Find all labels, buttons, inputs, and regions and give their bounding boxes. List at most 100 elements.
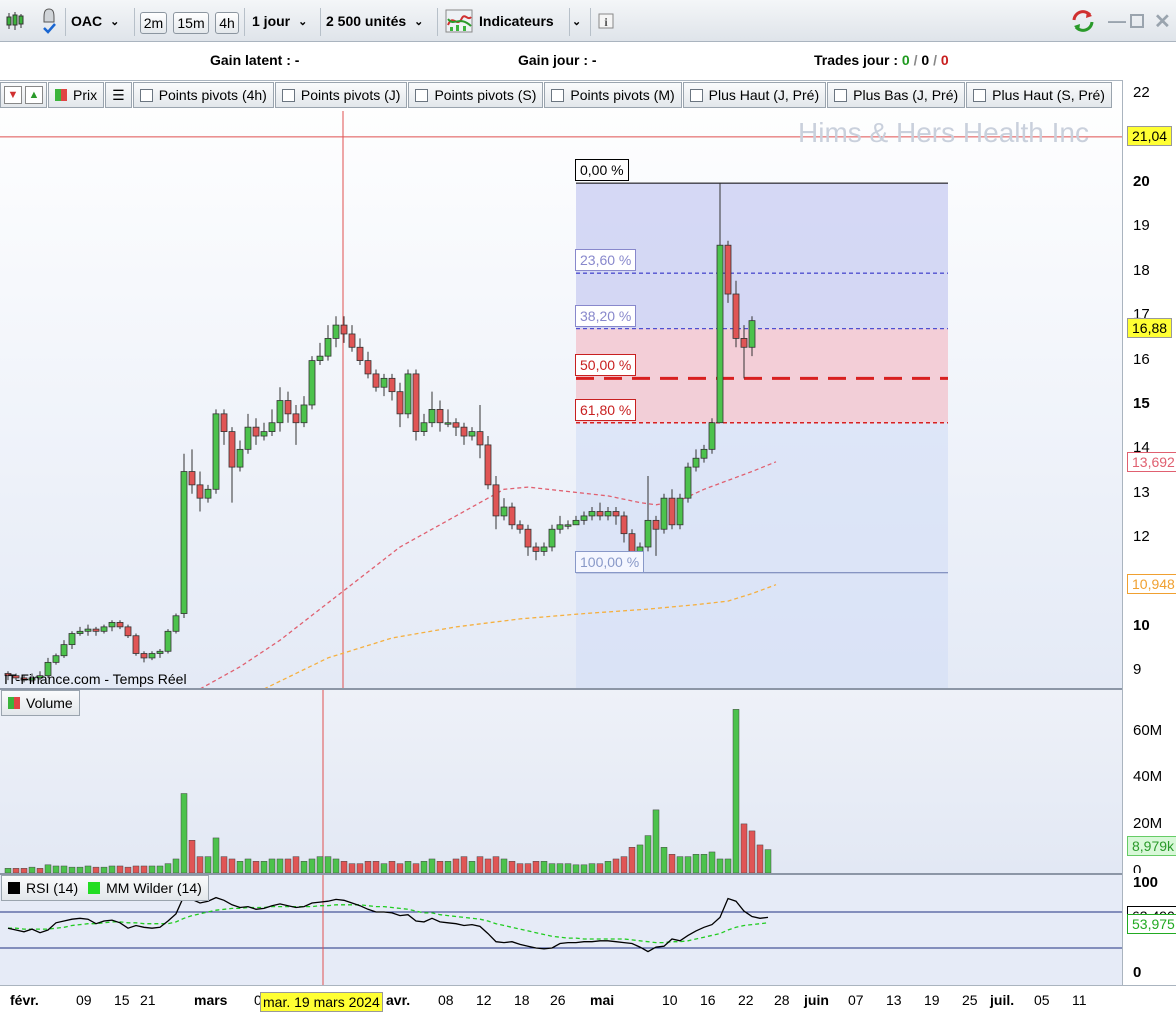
candle-body (724, 244, 732, 295)
candle-body (540, 546, 548, 552)
volume-bar (700, 854, 708, 873)
volume-chart[interactable] (0, 690, 1122, 873)
checkbox[interactable] (834, 88, 848, 102)
volume-bar (172, 858, 180, 873)
legend-high-j[interactable]: Plus Haut (J, Pré) (682, 82, 827, 108)
legend-menu[interactable]: ☰ (105, 82, 132, 108)
checkbox[interactable] (139, 88, 153, 102)
candle-body (516, 524, 524, 530)
volume-bar (428, 858, 436, 873)
checkbox[interactable] (415, 88, 429, 102)
volume-bar (516, 863, 524, 873)
period-select[interactable]: 1 jour ⌄ (252, 8, 318, 34)
volume-bar (612, 858, 620, 873)
chart-watermark: Hims & Hers Health Inc (798, 117, 1089, 148)
volume-bar (692, 854, 700, 873)
ma-orange-tag: 10,948 (1127, 573, 1176, 594)
interval-2m-button[interactable]: 2m (140, 12, 167, 34)
time-tick-label: 07 (848, 992, 864, 1008)
units-select[interactable]: 2 500 unités ⌄ (326, 8, 434, 34)
volume-bar (756, 844, 764, 873)
volume-panel[interactable] (0, 688, 1122, 873)
legend-pivot-m[interactable]: Points pivots (M) (544, 82, 682, 108)
volume-bar (500, 858, 508, 873)
alert-icon[interactable] (38, 8, 62, 34)
day-gain: Gain jour : - (518, 52, 597, 68)
refresh-icon[interactable] (1070, 8, 1098, 34)
candle-body (484, 444, 492, 486)
fib-label: 23,60 % (575, 249, 637, 272)
interval-15m-button[interactable]: 15m (173, 12, 209, 34)
time-tick-label: 12 (476, 992, 492, 1008)
interval-4h-button[interactable]: 4h (215, 12, 239, 34)
candle-body (324, 338, 332, 357)
legend-low-j[interactable]: Plus Bas (J, Pré) (827, 82, 966, 108)
legend-price[interactable]: Prix (48, 82, 105, 108)
volume-bar (364, 861, 372, 873)
close-icon[interactable]: ✕ (1154, 8, 1172, 34)
time-tick-label: 10 (662, 992, 678, 1008)
time-tick-label: 22 (738, 992, 754, 1008)
minimize-icon[interactable]: — (1108, 8, 1126, 34)
volume-bar (452, 858, 460, 873)
maximize-icon[interactable] (1130, 8, 1148, 34)
volume-color-icon (8, 697, 20, 709)
legend-pivot-j[interactable]: Points pivots (J) (274, 82, 408, 108)
legend-pivot-s[interactable]: Points pivots (S) (408, 82, 544, 108)
legend-volume[interactable]: RSI (14)Volume (1, 690, 80, 716)
candle-body (476, 431, 484, 446)
volume-bar (404, 861, 412, 873)
time-tick-label: 19 (924, 992, 940, 1008)
volume-bar (628, 847, 636, 873)
volume-bar (620, 856, 628, 873)
arrow-up-icon[interactable]: ▲ (25, 86, 43, 104)
time-tick-label: févr. (10, 992, 39, 1008)
price-panel[interactable]: Hims & Hers Health Inc IT-Finance.com - … (0, 80, 1122, 688)
list-icon: ☰ (112, 86, 125, 103)
time-tick-label: 09 (76, 992, 92, 1008)
rsi-tick-label: 100 (1133, 874, 1159, 891)
volume-bar (468, 861, 476, 873)
legend-rsi[interactable]: RSI (14) MM Wilder (14) (1, 875, 209, 901)
legend-pivot-4h[interactable]: Points pivots (4h) (132, 82, 274, 108)
checkbox[interactable] (689, 88, 703, 102)
candle-body (396, 391, 404, 415)
arrow-down-icon[interactable]: ▼ (4, 86, 22, 104)
info-icon[interactable]: i (598, 8, 618, 34)
candle-body (428, 409, 436, 424)
candle-body (716, 244, 724, 424)
legend-high-s[interactable]: Plus Haut (S, Pré) (966, 82, 1112, 108)
candle-body (572, 519, 580, 526)
rsi-tick-label: 0 (1133, 964, 1142, 981)
volume-bar (644, 835, 652, 873)
candle-body (524, 528, 532, 548)
indicators-button[interactable]: Indicateurs (445, 8, 569, 34)
candle-body (300, 404, 308, 424)
volume-bar (204, 856, 212, 873)
fib-label: 61,80 % (575, 398, 637, 421)
volume-bar (436, 861, 444, 873)
candle-body (172, 615, 180, 632)
volume-bar (652, 809, 660, 873)
candle-body (660, 497, 668, 530)
volume-bar (116, 865, 124, 873)
candle-body (100, 626, 108, 632)
price-tick-label: 18 (1133, 261, 1150, 279)
rsi-color-icon (8, 882, 20, 894)
time-axis[interactable]: févr. 09 15 21 mars 0 avr. 08 12 18 26 mai 10 16 22 28 j… (0, 985, 1176, 1010)
indicators-dropdown[interactable]: ⌄ (572, 8, 586, 34)
symbol-select[interactable]: OAC ⌄ (71, 8, 131, 34)
price-axis[interactable]: 22 20 19 18 17 16 15 14 13 12 10 9 (1122, 80, 1176, 688)
checkbox[interactable] (973, 88, 987, 102)
volume-bar (292, 856, 300, 873)
volume-bar (108, 865, 116, 873)
volume-bar (268, 858, 276, 873)
checkbox[interactable] (281, 88, 295, 102)
arrow-buttons: ▼ ▲ (0, 82, 47, 108)
price-chart[interactable] (0, 81, 1122, 688)
candlestick-chart-icon[interactable] (4, 8, 32, 34)
volume-bar (372, 861, 380, 873)
checkbox[interactable] (551, 88, 565, 102)
volume-label: Volume (26, 695, 73, 711)
candle-body (340, 324, 348, 335)
